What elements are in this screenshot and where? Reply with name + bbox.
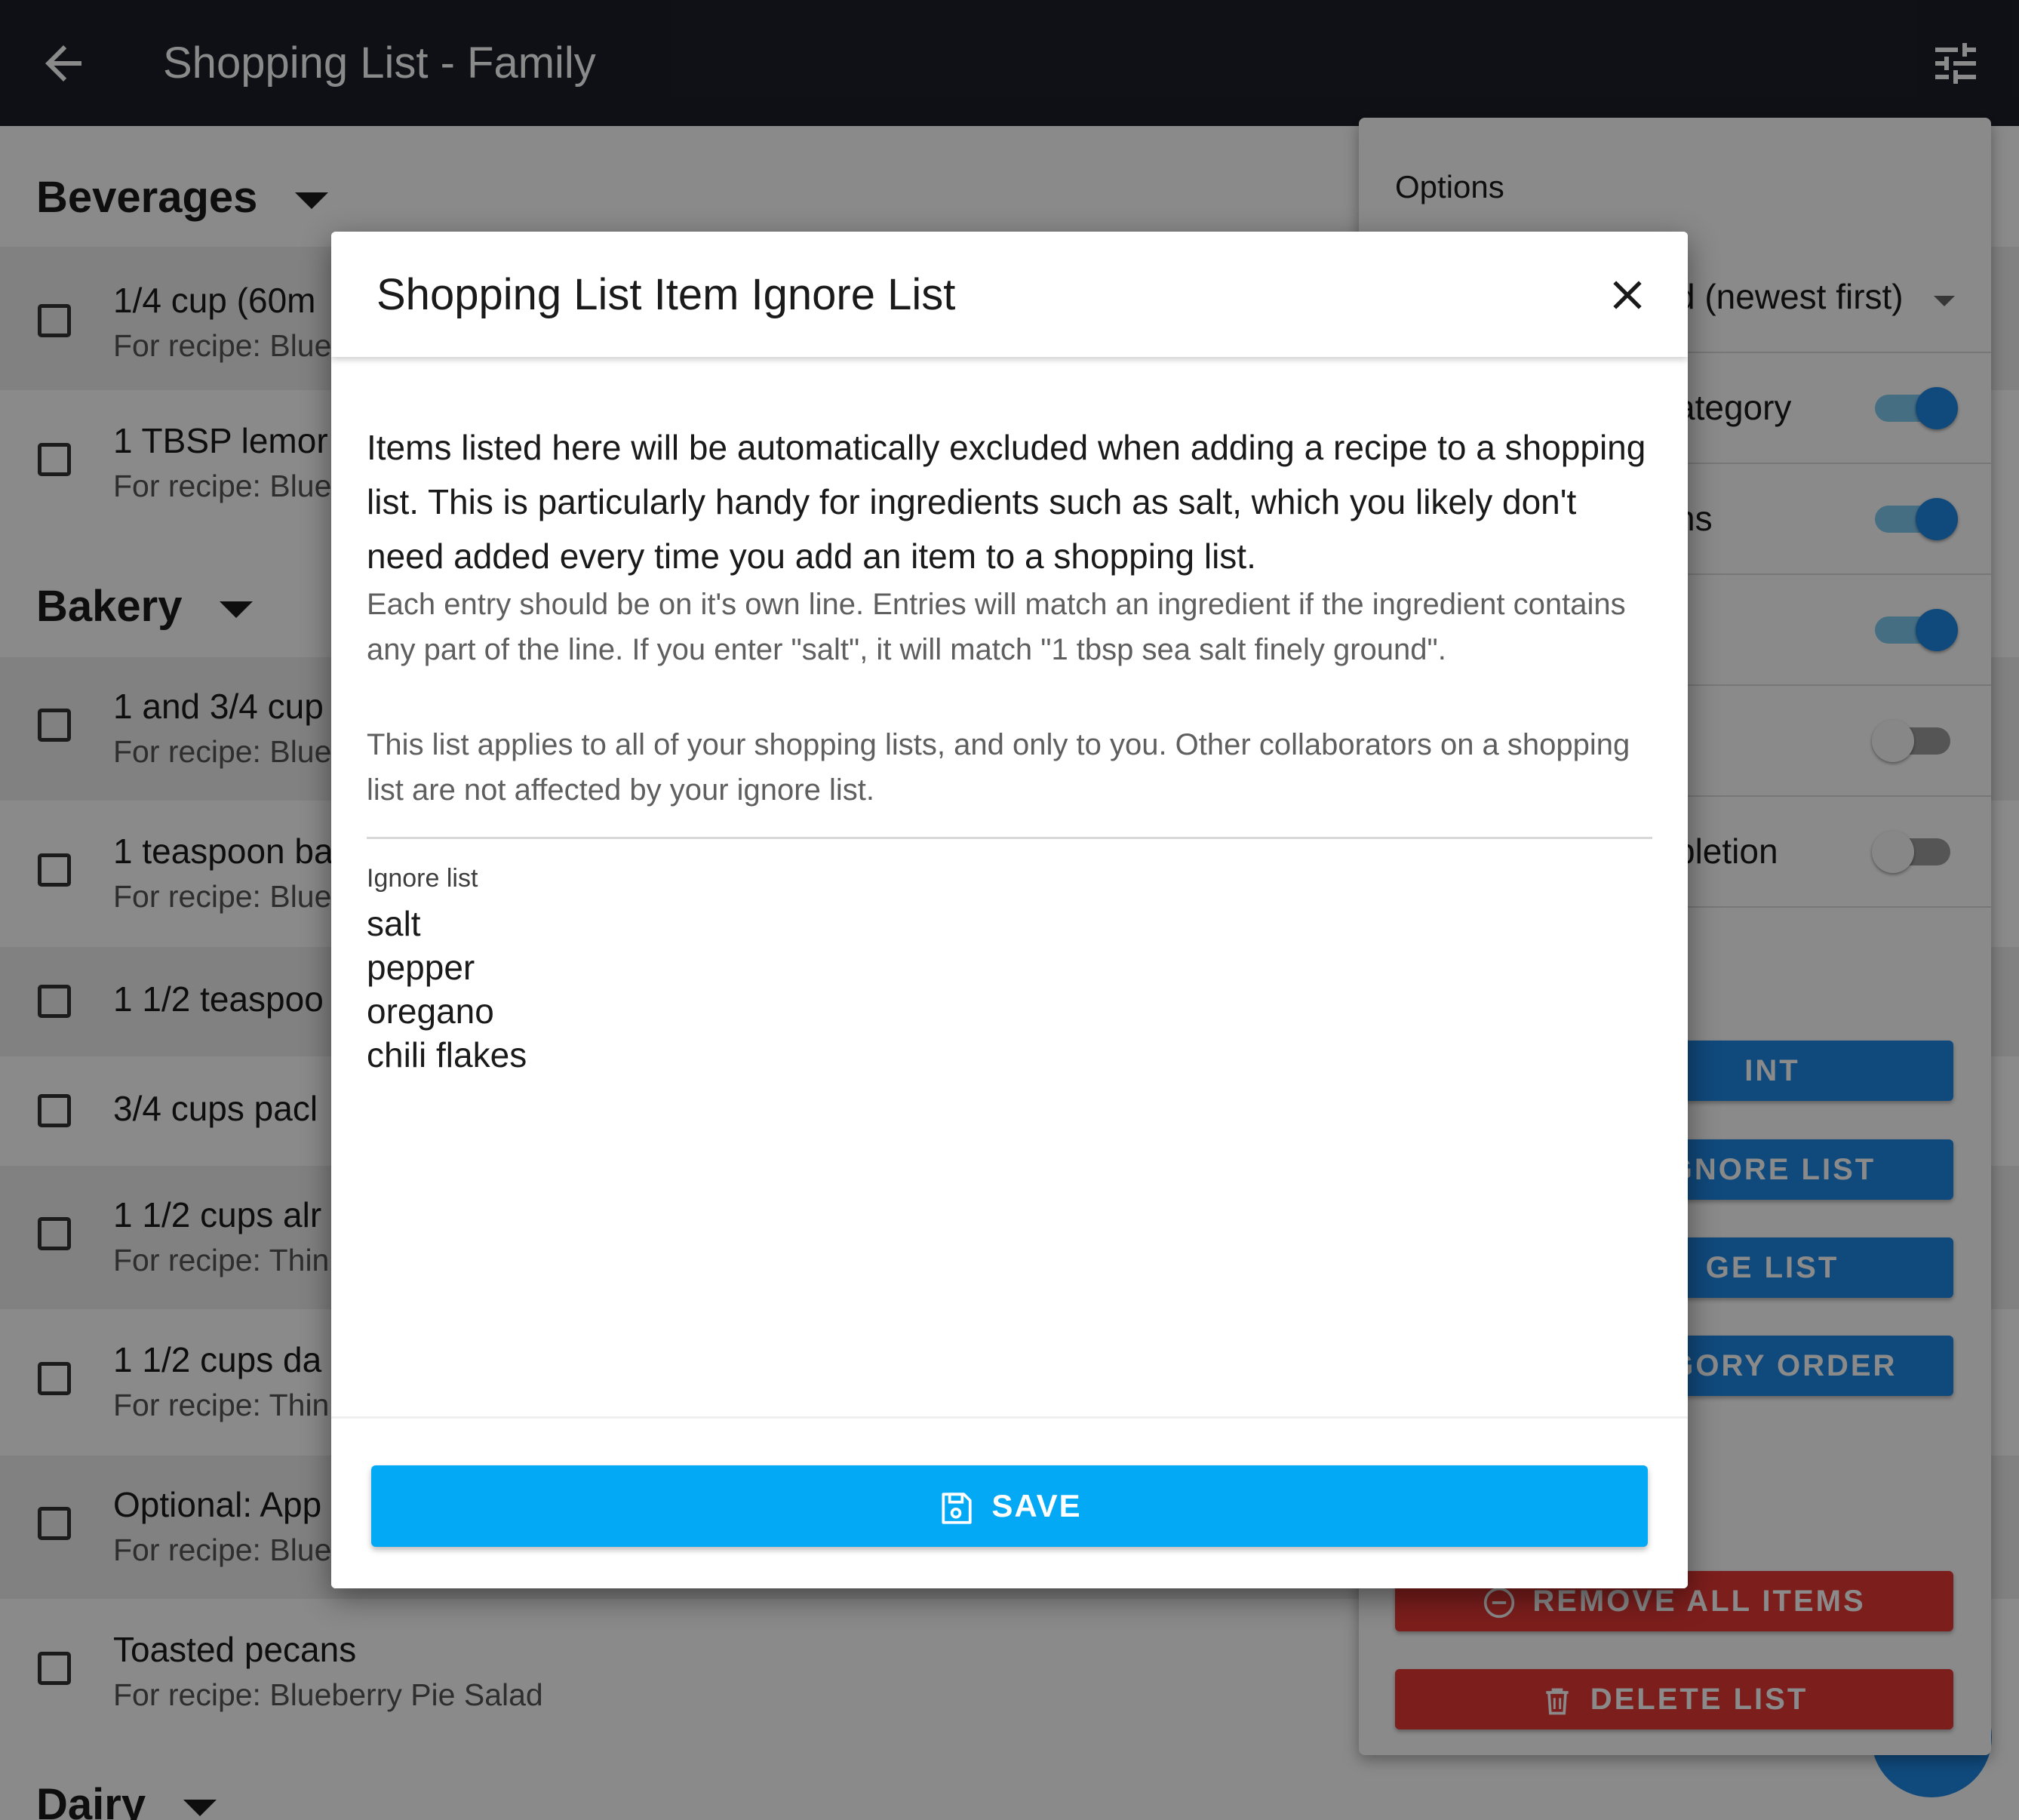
floppy-disk-icon bbox=[942, 1493, 972, 1524]
dialog-help-text: Each entry should be on it's own line. E… bbox=[367, 588, 1626, 666]
dialog-title: Shopping List Item Ignore List bbox=[376, 270, 956, 319]
dialog-help-text: This list applies to all of your shoppin… bbox=[367, 728, 1630, 807]
save-label: SAVE bbox=[991, 1488, 1082, 1523]
ignore-list-dialog: Shopping List Item Ignore List Items lis… bbox=[331, 232, 1688, 1588]
dialog-intro: Items listed here will be automatically … bbox=[367, 428, 1646, 576]
dialog-header: Shopping List Item Ignore List bbox=[331, 232, 1688, 357]
ignore-list-label: Ignore list bbox=[367, 864, 478, 893]
divider bbox=[367, 837, 1652, 839]
save-button[interactable]: SAVE bbox=[371, 1465, 1648, 1547]
close-icon[interactable] bbox=[1603, 271, 1652, 319]
dialog-footer: SAVE bbox=[331, 1416, 1688, 1588]
